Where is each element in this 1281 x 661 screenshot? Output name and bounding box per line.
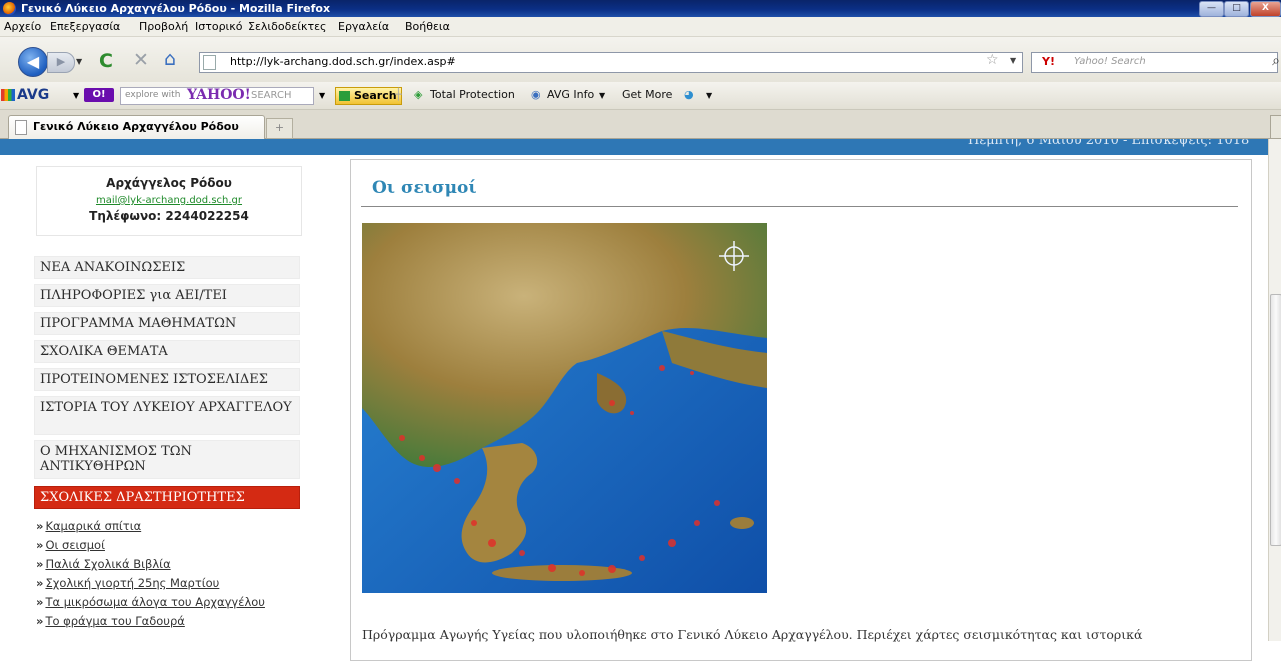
search-magnifier-icon[interactable]: ⌕ xyxy=(1272,53,1280,69)
menu-item-university-info[interactable]: ΠΛΗΡΟΦΟΡΙΕΣ για ΑΕΙ/ΤΕΙ xyxy=(34,284,300,307)
minimize-button[interactable]: — xyxy=(1199,1,1224,17)
avg-toolbar: AVG ▼ O! explore with YAHOO! SEARCH ▼ Se… xyxy=(0,82,1281,110)
forward-arrow-icon[interactable]: ▶ xyxy=(47,52,75,73)
bullet-arrow-icon: » xyxy=(36,595,44,609)
yahoo-search-input[interactable]: explore with YAHOO! SEARCH xyxy=(120,87,314,105)
activity-link-kamarika[interactable]: » Καμαρικά σπίτια xyxy=(36,519,141,533)
menu-bar: Αρχείο Επεξεργασία Προβολή Ιστορικό Σελι… xyxy=(0,17,1281,37)
firefox-icon xyxy=(3,2,16,15)
reload-icon[interactable]: C xyxy=(99,52,113,71)
menu-history[interactable]: Ιστορικό xyxy=(195,20,243,33)
menu-file[interactable]: Αρχείο xyxy=(4,20,41,33)
activity-link-text[interactable]: Παλιά Σχολικά Βιβλία xyxy=(45,557,170,571)
article-body-text: Πρόγραμμα Αγωγής Υγείας που υλοποιήθηκε … xyxy=(362,627,1143,642)
tab-active[interactable]: Γενικό Λύκειο Αρχαγγέλου Ρόδου xyxy=(8,115,265,139)
menu-item-timetable[interactable]: ΠΡΟΓΡΑΜΜΑ ΜΑΘΗΜΑΤΩΝ xyxy=(34,312,300,335)
activity-link-text[interactable]: Το φράγμα του Γαδουρά xyxy=(45,614,184,628)
addon-dropdown-icon[interactable]: ▼ xyxy=(706,91,712,100)
seismic-map-image xyxy=(362,223,767,593)
activity-link-text[interactable]: Οι σεισμοί xyxy=(45,538,105,552)
phone-number: Τηλέφωνο: 2244022254 xyxy=(89,209,249,223)
date-visits-text: Πέμπτη, 6 Μαΐου 2010 - Επισκέψεις: 1018 xyxy=(968,139,1250,148)
addon-icon[interactable]: ◕ xyxy=(684,88,694,101)
menu-item-suggested-sites[interactable]: ΠΡΟΤΕΙΝΟΜΕΝΕΣ ΙΣΤΟΣΕΛΙΔΕΣ xyxy=(34,368,300,391)
search-placeholder[interactable]: Yahoo! Search xyxy=(1074,56,1146,67)
bullet-arrow-icon: » xyxy=(36,557,44,571)
menu-item-antikythera[interactable]: Ο ΜΗΧΑΝΙΣΜΟΣ ΤΩΝ ΑΝΤΙΚΥΘΗΡΩΝ xyxy=(34,440,300,479)
url-dropdown-icon[interactable]: ▼ xyxy=(1010,56,1016,65)
menu-edit[interactable]: Επεξεργασία xyxy=(50,20,120,33)
home-icon[interactable]: ⌂ xyxy=(164,50,176,69)
total-protection-button[interactable]: Total Protection xyxy=(430,88,515,101)
window-title-bar: Γενικό Λύκειο Αρχαγγέλου Ρόδου - Mozilla… xyxy=(0,0,1281,17)
avg-dropdown-icon[interactable]: ▼ xyxy=(73,91,79,100)
history-dropdown-icon[interactable]: ▼ xyxy=(76,57,82,66)
maximize-button[interactable]: □ xyxy=(1224,1,1249,17)
activity-link-dam[interactable]: » Το φράγμα του Γαδουρά xyxy=(36,614,185,628)
tab-scroll-button[interactable] xyxy=(1270,115,1281,139)
scrollbar-thumb[interactable] xyxy=(1270,294,1281,546)
url-bar[interactable]: http://lyk-archang.dod.sch.gr/index.asp# xyxy=(199,52,1023,73)
page-icon xyxy=(15,120,27,135)
stop-icon[interactable]: ✕ xyxy=(133,51,149,70)
yahoo-engine-icon[interactable]: Y! xyxy=(1042,55,1055,68)
contact-box: Αρχάγγελος Ρόδου mail@lyk-archang.dod.sc… xyxy=(36,166,302,236)
navigation-toolbar: ◀ ▶ ▼ C ✕ ⌂ http://lyk-archang.dod.sch.g… xyxy=(0,37,1281,82)
search-hint-search: SEARCH xyxy=(251,90,292,101)
menu-item-school-topics[interactable]: ΣΧΟΛΙΚΑ ΘΕΜΑΤΑ xyxy=(34,340,300,363)
avg-info-dropdown-icon[interactable]: ▼ xyxy=(599,91,605,100)
vertical-scrollbar[interactable] xyxy=(1268,139,1281,641)
menu-item-activities[interactable]: ΣΧΟΛΙΚΕΣ ΔΡΑΣΤΗΡΙΟΤΗΤΕΣ xyxy=(34,486,300,509)
search-hint-explore: explore with xyxy=(125,90,181,100)
back-arrow-icon[interactable]: ◀ xyxy=(18,47,48,77)
activity-link-text[interactable]: Τα μικρόσωμα άλογα του Αρχαγγέλου xyxy=(45,595,265,609)
new-tab-button[interactable]: + xyxy=(266,118,293,139)
get-more-button[interactable]: Get More xyxy=(622,88,672,101)
activity-link-horses[interactable]: » Τα μικρόσωμα άλογα του Αρχαγγέλου xyxy=(36,595,265,609)
search-hint-yahoo: YAHOO! xyxy=(187,87,251,103)
bullet-arrow-icon: » xyxy=(36,538,44,552)
page-header-strip: Πέμπτη, 6 Μαΐου 2010 - Επισκέψεις: 1018 xyxy=(0,139,1268,155)
avg-search-button[interactable]: Search xyxy=(335,87,402,105)
bullet-arrow-icon: » xyxy=(36,614,44,628)
shield-icon: ◈ xyxy=(414,88,423,101)
avg-info-icon: ◉ xyxy=(531,88,541,101)
toolbar-separator-icon: ┼ xyxy=(395,88,402,101)
menu-help[interactable]: Βοήθεια xyxy=(405,20,450,33)
menu-bookmarks[interactable]: Σελιδοδείκτες xyxy=(248,20,327,33)
menu-item-announcements[interactable]: ΝΕΑ ΑΝΑΚΟΙΝΩΣΕΙΣ xyxy=(34,256,300,279)
email-link[interactable]: mail@lyk-archang.dod.sch.gr xyxy=(37,195,301,206)
menu-view[interactable]: Προβολή xyxy=(139,20,188,33)
bullet-arrow-icon: » xyxy=(36,519,44,533)
yahoo-badge[interactable]: O! xyxy=(84,88,114,102)
activity-link-earthquakes[interactable]: » Οι σεισμοί xyxy=(36,538,105,552)
tab-bar: Γενικό Λύκειο Αρχαγγέλου Ρόδου + xyxy=(0,110,1281,139)
bullet-arrow-icon: » xyxy=(36,576,44,590)
close-button[interactable]: X xyxy=(1250,1,1281,17)
activity-link-text[interactable]: Σχολική γιορτή 25ης Μαρτίου xyxy=(45,576,219,590)
avg-logo[interactable]: AVG xyxy=(0,87,49,103)
article-title: Οι σεισμοί xyxy=(372,178,477,198)
window-title: Γενικό Λύκειο Αρχαγγέλου Ρόδου - Mozilla… xyxy=(21,2,331,15)
page-icon xyxy=(203,55,216,70)
tab-title[interactable]: Γενικό Λύκειο Αρχαγγέλου Ρόδου xyxy=(33,120,239,133)
menu-item-school-history[interactable]: ΙΣΤΟΡΙΑ ΤΟΥ ΛΥΚΕΙΟΥ ΑΡΧΑΓΓΕΛΟΥ xyxy=(34,396,300,435)
activity-link-text[interactable]: Καμαρικά σπίτια xyxy=(45,519,141,533)
url-text[interactable]: http://lyk-archang.dod.sch.gr/index.asp# xyxy=(230,55,456,68)
menu-tools[interactable]: Εργαλεία xyxy=(338,20,389,33)
avg-info-button[interactable]: AVG Info xyxy=(547,88,594,101)
school-town: Αρχάγγελος Ρόδου xyxy=(106,176,232,190)
bookmark-star-icon[interactable]: ☆ xyxy=(986,52,999,68)
activity-link-march25[interactable]: » Σχολική γιορτή 25ης Μαρτίου xyxy=(36,576,219,590)
search-box[interactable]: Y! Yahoo! Search ⌕ xyxy=(1031,52,1280,73)
activity-link-old-books[interactable]: » Παλιά Σχολικά Βιβλία xyxy=(36,557,171,571)
yahoo-search-dropdown-icon[interactable]: ▼ xyxy=(319,91,325,100)
title-divider xyxy=(361,206,1238,207)
